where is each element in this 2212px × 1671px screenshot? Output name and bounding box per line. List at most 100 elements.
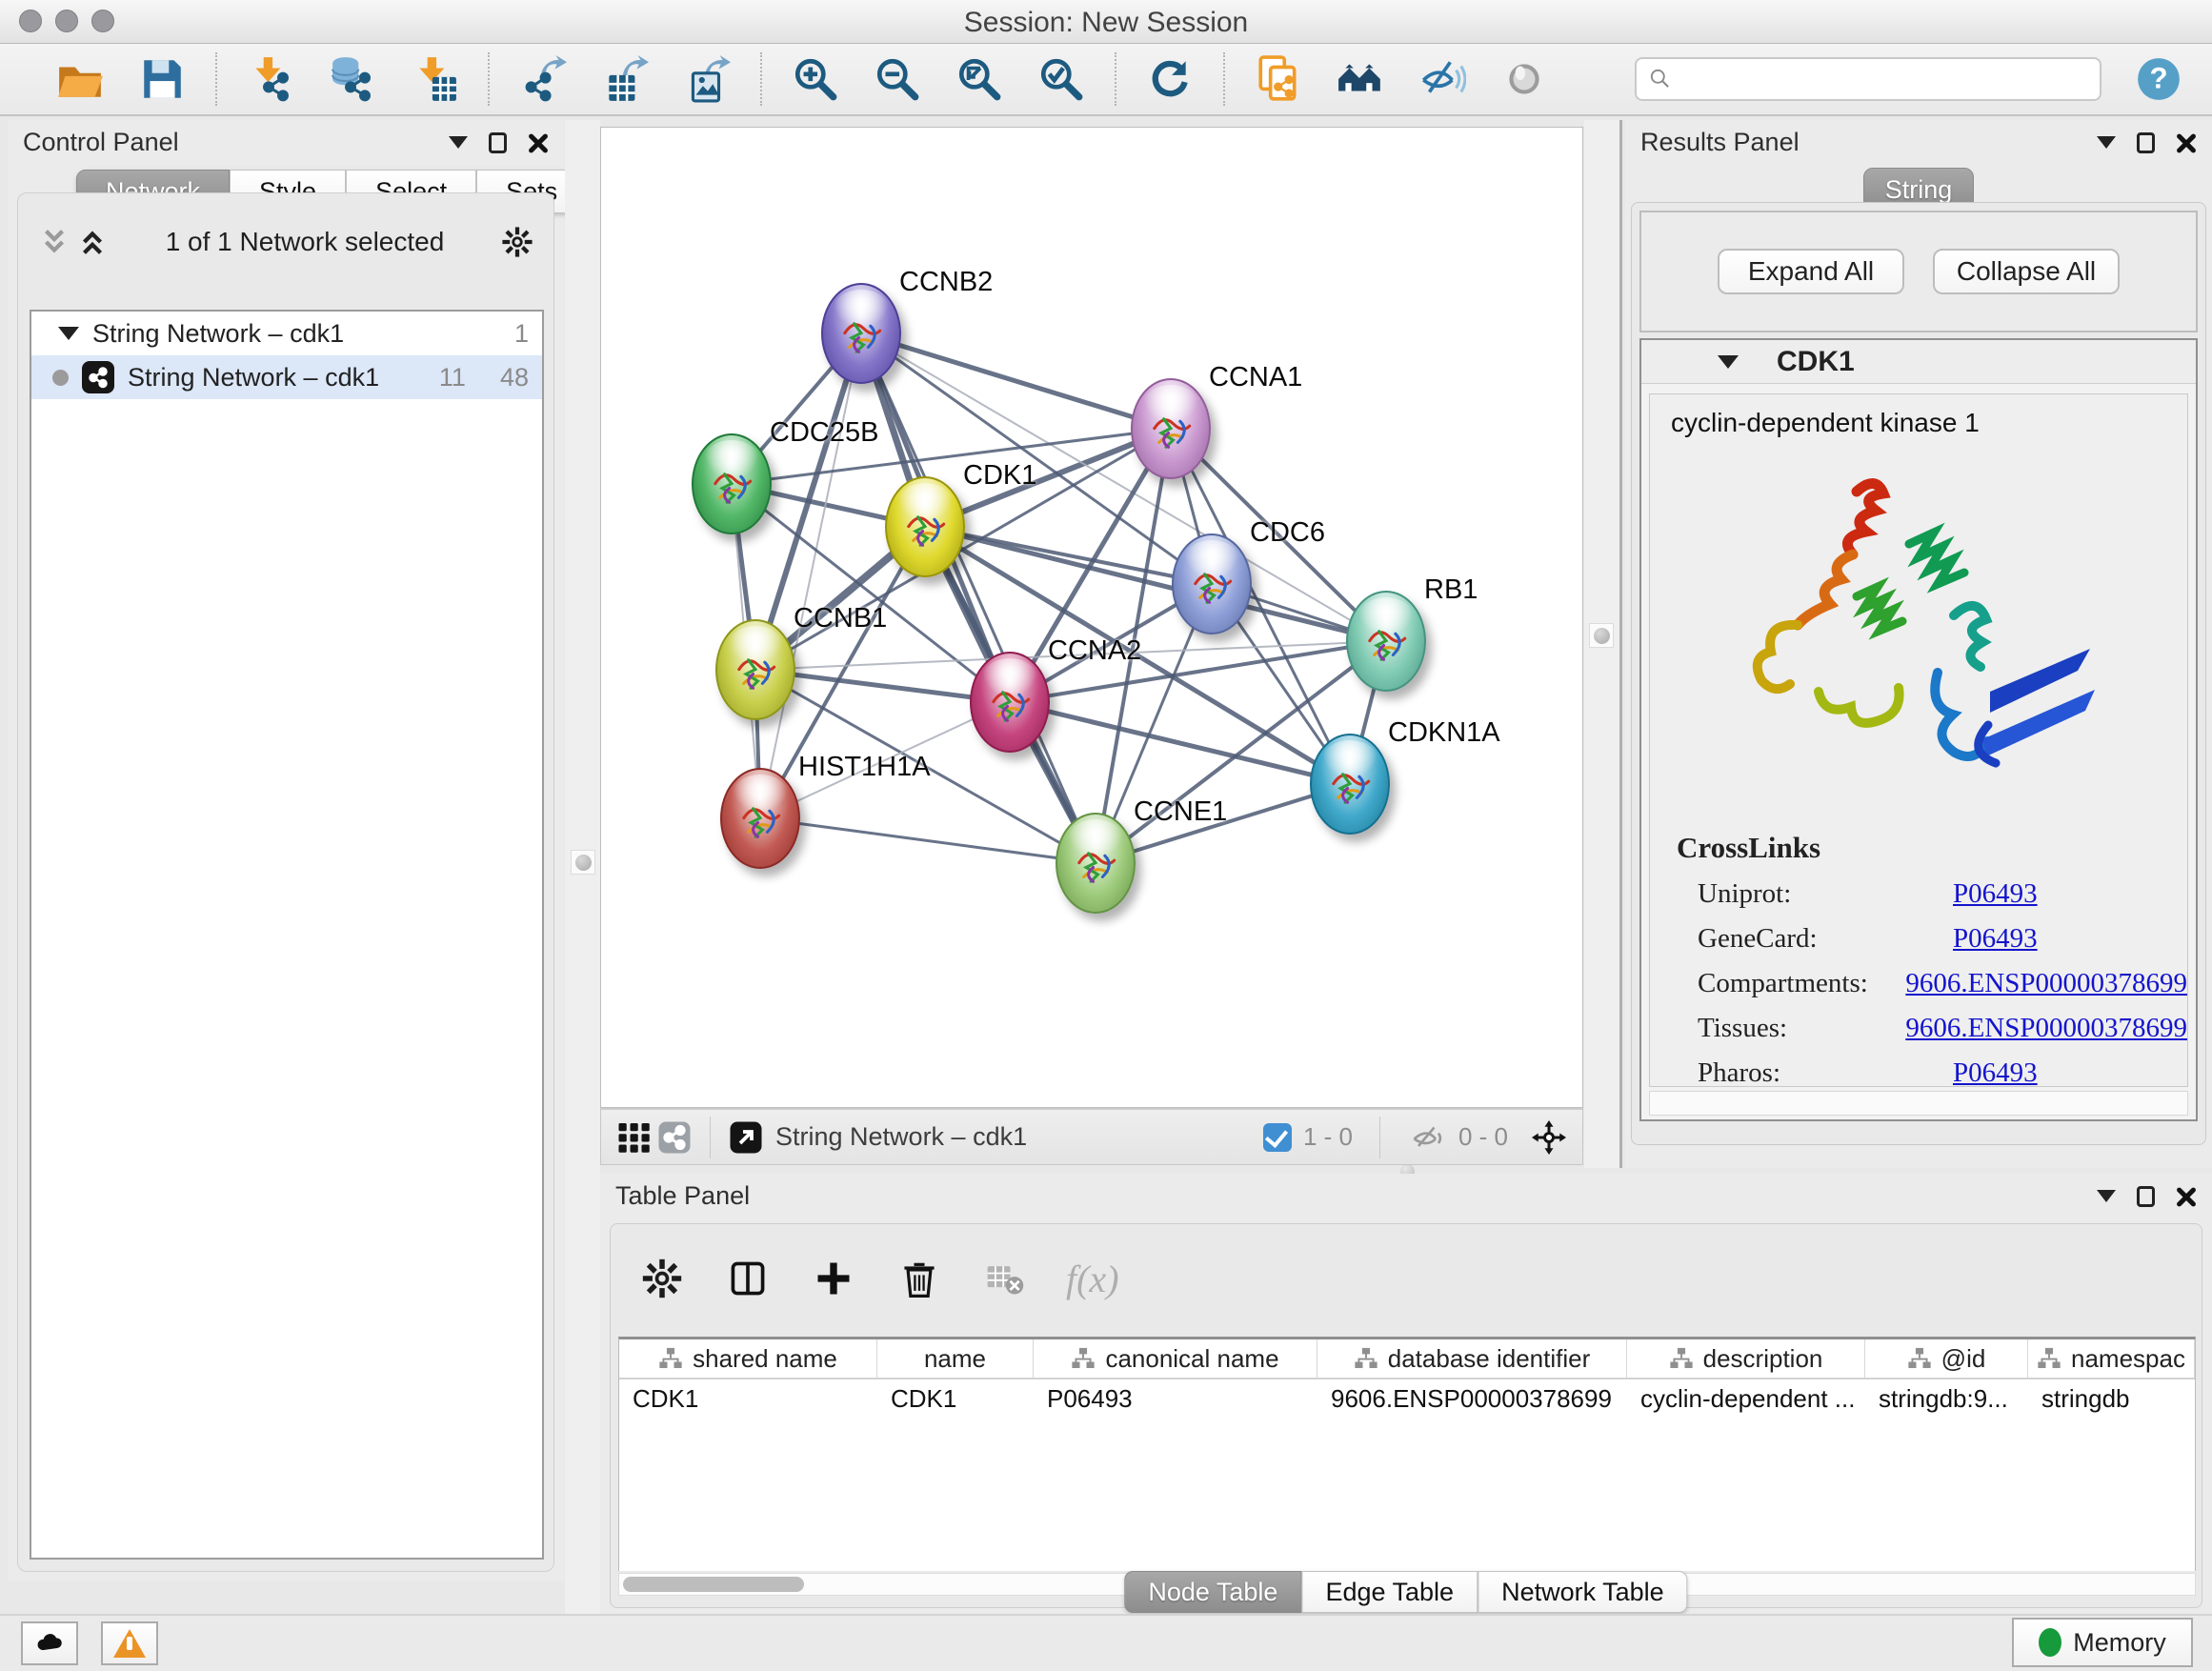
network-node-rb1[interactable] xyxy=(1346,591,1426,692)
zoom-out-button[interactable] xyxy=(873,54,922,104)
zoom-fit-button[interactable] xyxy=(955,54,1004,104)
table-cell[interactable]: CDK1 xyxy=(619,1384,877,1414)
column-header-database-identifier[interactable]: database identifier xyxy=(1317,1339,1627,1378)
control-panel-menu-icon[interactable] xyxy=(449,136,468,149)
network-edge[interactable] xyxy=(760,333,861,818)
tab-edge-table[interactable]: Edge Table xyxy=(1301,1571,1478,1613)
network-canvas[interactable]: CCNB2 CCNA1 CDC25B CDK1 CDC6 RB1 CCNB1 C… xyxy=(600,127,1583,1108)
expand-all-icon[interactable] xyxy=(73,223,111,261)
export-network-button[interactable] xyxy=(518,54,568,104)
column-header-namespac[interactable]: namespac xyxy=(2028,1339,2195,1378)
network-node-ccna1[interactable] xyxy=(1131,378,1211,479)
show-columns-icon[interactable] xyxy=(723,1254,773,1303)
memory-button[interactable]: Memory xyxy=(2012,1618,2193,1667)
import-table-file-button[interactable] xyxy=(410,54,459,104)
left-splitter[interactable] xyxy=(565,120,600,1614)
control-panel-close-icon[interactable] xyxy=(528,132,549,153)
network-node-ccne1[interactable] xyxy=(1056,813,1136,914)
show-all-button[interactable] xyxy=(1499,54,1549,104)
column-header-name[interactable]: name xyxy=(877,1339,1034,1378)
crosslink-link[interactable]: P06493 xyxy=(1953,1057,2038,1089)
save-session-button[interactable] xyxy=(137,54,187,104)
collapse-all-icon[interactable] xyxy=(35,223,73,261)
export-image-button[interactable] xyxy=(682,54,732,104)
tab-network-table[interactable]: Network Table xyxy=(1478,1571,1688,1613)
network-node-ccnb1[interactable] xyxy=(715,619,795,720)
export-table-button[interactable] xyxy=(600,54,650,104)
fit-selected-crosshair-icon[interactable] xyxy=(1529,1117,1569,1158)
gene-header-row[interactable]: CDK1 xyxy=(1641,340,2196,384)
open-session-button[interactable] xyxy=(55,54,105,104)
tree-collapse-icon[interactable] xyxy=(58,327,79,340)
crosslink-link[interactable]: P06493 xyxy=(1953,878,2038,910)
zoom-selected-button[interactable] xyxy=(1036,54,1086,104)
results-panel-float-icon[interactable] xyxy=(2137,132,2155,153)
column-header-description[interactable]: description xyxy=(1627,1339,1865,1378)
table-row[interactable]: CDK1CDK1P064939606.ENSP00000378699cyclin… xyxy=(619,1379,2195,1418)
network-edge[interactable] xyxy=(861,333,1171,429)
table-panel-float-icon[interactable] xyxy=(2137,1186,2155,1207)
delete-table-icon[interactable] xyxy=(980,1254,1030,1303)
table-cell[interactable]: CDK1 xyxy=(877,1384,1034,1414)
table-cell[interactable]: P06493 xyxy=(1034,1384,1317,1414)
table-cell[interactable]: cyclin-dependent ... xyxy=(1627,1384,1865,1414)
search-input[interactable] xyxy=(1680,65,2088,94)
results-panel-close-icon[interactable] xyxy=(2176,132,2197,153)
network-edge[interactable] xyxy=(861,333,1096,863)
zoom-in-button[interactable] xyxy=(791,54,840,104)
table-cell[interactable]: stringdb xyxy=(2028,1384,2195,1414)
column-header-shared-name[interactable]: shared name xyxy=(619,1339,877,1378)
crosslink-link[interactable]: 9606.ENSP00000378699 xyxy=(1905,968,2187,999)
table-cell[interactable]: 9606.ENSP00000378699 xyxy=(1317,1384,1627,1414)
table-panel-close-icon[interactable] xyxy=(2176,1186,2197,1207)
crosslink-link[interactable]: P06493 xyxy=(1953,923,2038,955)
network-options-gear-icon[interactable] xyxy=(498,223,536,261)
network-tree-child-row[interactable]: String Network – cdk1 11 48 xyxy=(31,355,542,399)
refresh-view-button[interactable] xyxy=(1145,54,1195,104)
function-builder-icon[interactable]: f(x) xyxy=(1066,1257,1119,1301)
scrollbar-thumb[interactable] xyxy=(623,1577,804,1592)
tab-node-table[interactable]: Node Table xyxy=(1124,1571,1301,1613)
network-node-ccnb2[interactable] xyxy=(821,283,901,384)
import-network-file-button[interactable] xyxy=(246,54,295,104)
network-node-cdk1[interactable] xyxy=(885,476,965,577)
right-splitter-handle[interactable] xyxy=(1589,623,1614,648)
left-splitter-handle[interactable] xyxy=(571,850,595,875)
control-panel-float-icon[interactable] xyxy=(489,132,507,153)
collapse-all-button[interactable]: Collapse All xyxy=(1933,249,2120,294)
right-splitter[interactable] xyxy=(1584,120,1622,1168)
table-cell[interactable]: stringdb:9... xyxy=(1865,1384,2028,1414)
cloud-button[interactable] xyxy=(21,1621,78,1665)
table-options-gear-icon[interactable] xyxy=(637,1254,687,1303)
expand-all-button[interactable]: Expand All xyxy=(1718,249,1904,294)
network-node-cdc25b[interactable] xyxy=(692,433,772,534)
network-tree-root-row[interactable]: String Network – cdk1 1 xyxy=(31,312,542,355)
warning-icon xyxy=(113,1629,146,1658)
gene-collapse-icon[interactable] xyxy=(1718,355,1739,369)
add-column-icon[interactable] xyxy=(809,1254,858,1303)
help-button[interactable]: ? xyxy=(2134,54,2183,104)
warnings-button[interactable] xyxy=(101,1621,158,1665)
column-header--id[interactable]: @id xyxy=(1865,1339,2028,1378)
birds-eye-view-icon[interactable] xyxy=(726,1117,766,1158)
delete-column-icon[interactable] xyxy=(895,1254,944,1303)
clone-network-button[interactable] xyxy=(1254,54,1303,104)
grid-view-icon[interactable] xyxy=(614,1117,654,1158)
network-node-hist1h1a[interactable] xyxy=(720,768,800,869)
network-node-ccna2[interactable] xyxy=(970,652,1050,753)
network-edge[interactable] xyxy=(1010,702,1350,784)
first-neighbors-button[interactable] xyxy=(1336,54,1385,104)
hidden-eye-icon[interactable] xyxy=(1407,1117,1447,1158)
network-view-share-icon[interactable] xyxy=(654,1117,694,1158)
import-network-database-button[interactable] xyxy=(328,54,377,104)
crosslink-link[interactable]: 9606.ENSP00000378699 xyxy=(1905,1013,2187,1044)
table-panel-menu-icon[interactable] xyxy=(2097,1190,2116,1202)
selected-nodes-checkbox[interactable] xyxy=(1263,1123,1292,1152)
results-panel-menu-icon[interactable] xyxy=(2097,136,2116,149)
network-node-cdc6[interactable] xyxy=(1172,534,1252,634)
results-scroll-strip[interactable] xyxy=(1649,1091,2188,1116)
network-node-cdkn1a[interactable] xyxy=(1310,734,1390,835)
hide-selected-button[interactable] xyxy=(1418,54,1467,104)
column-header-canonical-name[interactable]: canonical name xyxy=(1034,1339,1317,1378)
network-edge[interactable] xyxy=(760,818,1096,863)
